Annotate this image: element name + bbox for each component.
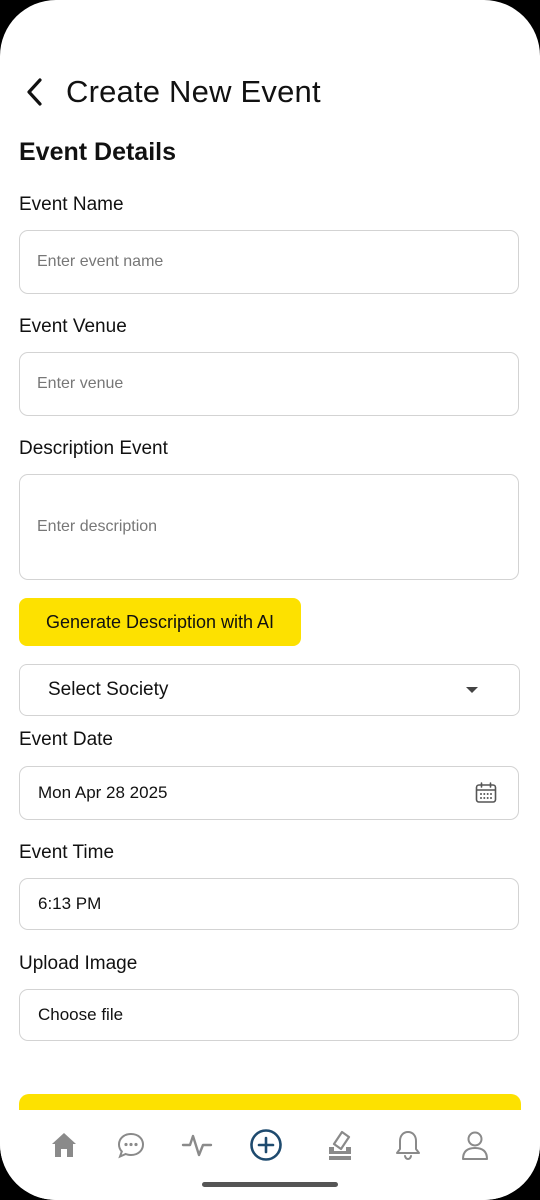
- calendar-icon[interactable]: [474, 781, 498, 810]
- home-indicator[interactable]: [202, 1182, 338, 1187]
- upload-image-label: Upload Image: [19, 953, 138, 974]
- event-time-value: 6:13 PM: [38, 894, 102, 913]
- event-venue-placeholder: Enter venue: [37, 375, 124, 392]
- event-date-label: Event Date: [19, 729, 113, 750]
- chat-icon[interactable]: [111, 1125, 151, 1165]
- app-screen: Create New Event Event Details Event Nam…: [0, 0, 540, 1200]
- generate-description-ai-button[interactable]: Generate Description with AI: [19, 598, 301, 646]
- event-venue-input[interactable]: Enter venue: [19, 352, 519, 416]
- event-time-label: Event Time: [19, 842, 115, 863]
- home-icon[interactable]: [44, 1125, 84, 1165]
- event-time-input[interactable]: 6:13 PM: [19, 878, 519, 930]
- event-date-input[interactable]: Mon Apr 28 2025: [19, 766, 519, 820]
- event-name-placeholder: Enter event name: [37, 253, 164, 270]
- section-title: Event Details: [19, 138, 177, 166]
- upload-image-value: Choose file: [38, 1005, 124, 1024]
- header: Create New Event: [24, 70, 321, 114]
- event-venue-label: Event Venue: [19, 316, 127, 337]
- event-name-input[interactable]: Enter event name: [19, 230, 519, 294]
- profile-icon[interactable]: [455, 1125, 495, 1165]
- description-label: Description Event: [19, 438, 168, 459]
- activity-icon[interactable]: [177, 1125, 217, 1165]
- description-textarea[interactable]: Enter description: [19, 474, 519, 580]
- society-select[interactable]: Select Society: [19, 664, 520, 716]
- upload-image-input[interactable]: Choose file: [19, 989, 519, 1041]
- society-select-value: Select Society: [48, 679, 169, 700]
- page-title: Create New Event: [66, 74, 321, 109]
- event-date-value: Mon Apr 28 2025: [38, 783, 168, 802]
- event-name-label: Event Name: [19, 194, 124, 215]
- add-circle-icon[interactable]: [246, 1125, 286, 1165]
- dropdown-caret-icon: [466, 687, 478, 693]
- bell-icon[interactable]: [388, 1125, 428, 1165]
- description-placeholder: Enter description: [37, 518, 158, 535]
- back-arrow-icon[interactable]: [24, 72, 54, 112]
- vote-icon[interactable]: [320, 1125, 360, 1165]
